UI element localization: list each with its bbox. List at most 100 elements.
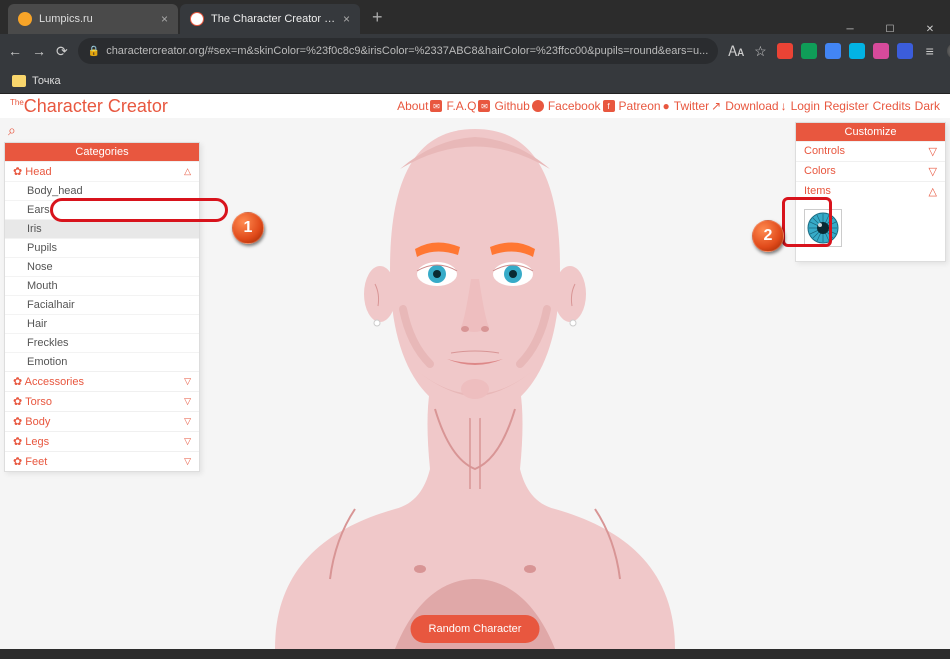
search-icon[interactable]: ⌕	[4, 122, 200, 139]
chevron-down-icon: ▽	[184, 456, 191, 467]
nav-facebook[interactable]: Facebookf	[548, 99, 615, 113]
chevron-up-icon: △	[184, 166, 191, 177]
reload-icon[interactable]: ⟳	[56, 43, 68, 60]
extension-icon[interactable]	[825, 43, 841, 59]
left-column: ⌕ Categories ✿ Head△ Body_head Ears Iris…	[0, 118, 200, 649]
forward-icon[interactable]: →	[32, 43, 46, 59]
browser-tab[interactable]: Lumpics.ru ×	[8, 4, 178, 34]
customize-controls[interactable]: Controls▽	[796, 141, 945, 161]
extension-icon[interactable]	[849, 43, 865, 59]
logo-text: Character Creator	[24, 96, 168, 116]
favicon	[18, 12, 32, 26]
random-character-button[interactable]: Random Character	[411, 615, 540, 643]
browser-tab[interactable]: The Character Creator - Build vis... ×	[180, 4, 360, 34]
character-preview	[215, 118, 735, 649]
sub-nose[interactable]: Nose	[5, 257, 199, 276]
categories-header: Categories	[5, 143, 199, 161]
customize-panel: Customize Controls▽ Colors▽ Items△	[795, 122, 946, 262]
sub-mouth[interactable]: Mouth	[5, 276, 199, 295]
logo[interactable]: TheCharacter Creator	[10, 96, 168, 117]
close-tab-icon[interactable]: ×	[161, 12, 168, 26]
patreon-icon: ●	[663, 99, 670, 113]
iris-thumbnail[interactable]	[804, 209, 842, 247]
tab-title: The Character Creator - Build vis...	[211, 13, 337, 25]
category-feet[interactable]: ✿ Feet▽	[5, 451, 199, 471]
nav-download[interactable]: Download↓	[725, 99, 786, 113]
nav-github[interactable]: Github	[494, 99, 543, 113]
sub-emotion[interactable]: Emotion	[5, 352, 199, 371]
extension-icon[interactable]	[777, 43, 793, 59]
category-body[interactable]: ✿ Body▽	[5, 411, 199, 431]
eye-icon	[807, 212, 839, 244]
url-input[interactable]: 🔒 charactercreator.org/#sex=m&skinColor=…	[78, 38, 719, 64]
browser-chrome: Lumpics.ru × The Character Creator - Bui…	[0, 0, 950, 94]
tab-title: Lumpics.ru	[39, 13, 155, 25]
mail-icon: ✉	[430, 100, 442, 112]
url-text: charactercreator.org/#sex=m&skinColor=%2…	[106, 45, 708, 57]
marker-1: 1	[232, 212, 264, 244]
minimize-icon[interactable]: ─	[830, 24, 870, 34]
category-torso[interactable]: ✿ Torso▽	[5, 391, 199, 411]
top-nav: TheCharacter Creator About✉ F.A.Q✉ Githu…	[0, 94, 950, 118]
items-grid	[796, 201, 945, 261]
chevron-up-icon: △	[929, 185, 937, 198]
category-head[interactable]: ✿ Head△	[5, 161, 199, 181]
nav-dark[interactable]: Dark	[915, 99, 940, 113]
translate-icon[interactable]: 🗛	[728, 43, 744, 60]
folder-icon	[12, 75, 26, 87]
nav-login[interactable]: Login	[791, 99, 820, 113]
address-bar: ← → ⟳ 🔒 charactercreator.org/#sex=m&skin…	[0, 34, 950, 68]
chevron-down-icon: ▽	[184, 416, 191, 427]
marker-2: 2	[752, 220, 784, 252]
sub-iris[interactable]: Iris	[5, 219, 199, 238]
chevron-down-icon: ▽	[929, 165, 937, 178]
customize-colors[interactable]: Colors▽	[796, 161, 945, 181]
sub-freckles[interactable]: Freckles	[5, 333, 199, 352]
chevron-down-icon: ▽	[184, 436, 191, 447]
sub-pupils[interactable]: Pupils	[5, 238, 199, 257]
bookmark-item[interactable]: Точка	[32, 75, 61, 87]
workspace: ⌕ Categories ✿ Head△ Body_head Ears Iris…	[0, 118, 950, 649]
chevron-down-icon: ▽	[929, 145, 937, 158]
nav-register[interactable]: Register	[824, 99, 869, 113]
chevron-down-icon: ▽	[184, 396, 191, 407]
maximize-icon[interactable]: ☐	[870, 24, 910, 34]
chevron-down-icon: ▽	[184, 376, 191, 387]
favicon	[190, 12, 204, 26]
tab-strip: Lumpics.ru × The Character Creator - Bui…	[0, 0, 950, 34]
nav-faq[interactable]: F.A.Q✉	[446, 99, 490, 113]
categories-panel: Categories ✿ Head△ Body_head Ears Iris P…	[4, 142, 200, 472]
back-icon[interactable]: ←	[8, 43, 22, 59]
star-icon[interactable]: ☆	[754, 43, 767, 60]
sub-facialhair[interactable]: Facialhair	[5, 295, 199, 314]
sub-hair[interactable]: Hair	[5, 314, 199, 333]
customize-header: Customize	[796, 123, 945, 141]
extension-icon[interactable]	[897, 43, 913, 59]
nav-links: About✉ F.A.Q✉ Github Facebookf Patreon● …	[397, 99, 940, 113]
close-window-icon[interactable]: ✕	[910, 24, 950, 34]
bookmarks-bar: Точка	[0, 68, 950, 94]
category-legs[interactable]: ✿ Legs▽	[5, 431, 199, 451]
nav-patreon[interactable]: Patreon●	[619, 99, 670, 113]
download-icon: ↓	[781, 99, 787, 113]
right-column: Customize Controls▽ Colors▽ Items△	[795, 118, 950, 649]
mail-icon: ✉	[478, 100, 490, 112]
nav-about[interactable]: About✉	[397, 99, 442, 113]
close-tab-icon[interactable]: ×	[343, 12, 350, 26]
logo-prefix: The	[10, 98, 24, 107]
sub-body-head[interactable]: Body_head	[5, 181, 199, 200]
reading-list-icon[interactable]: ≡	[921, 43, 939, 59]
facebook-icon: f	[603, 100, 615, 112]
customize-items[interactable]: Items△	[796, 181, 945, 201]
extension-icon[interactable]	[873, 43, 889, 59]
nav-credits[interactable]: Credits	[873, 99, 911, 113]
extensions: ≡	[777, 43, 950, 59]
app: TheCharacter Creator About✉ F.A.Q✉ Githu…	[0, 94, 950, 649]
lock-icon: 🔒	[88, 46, 100, 57]
extension-icon[interactable]	[801, 43, 817, 59]
twitter-icon: ↗	[711, 99, 721, 113]
nav-twitter[interactable]: Twitter↗	[674, 99, 721, 113]
new-tab-button[interactable]: +	[362, 7, 393, 28]
category-accessories[interactable]: ✿ Accessories▽	[5, 371, 199, 391]
sub-ears[interactable]: Ears	[5, 200, 199, 219]
